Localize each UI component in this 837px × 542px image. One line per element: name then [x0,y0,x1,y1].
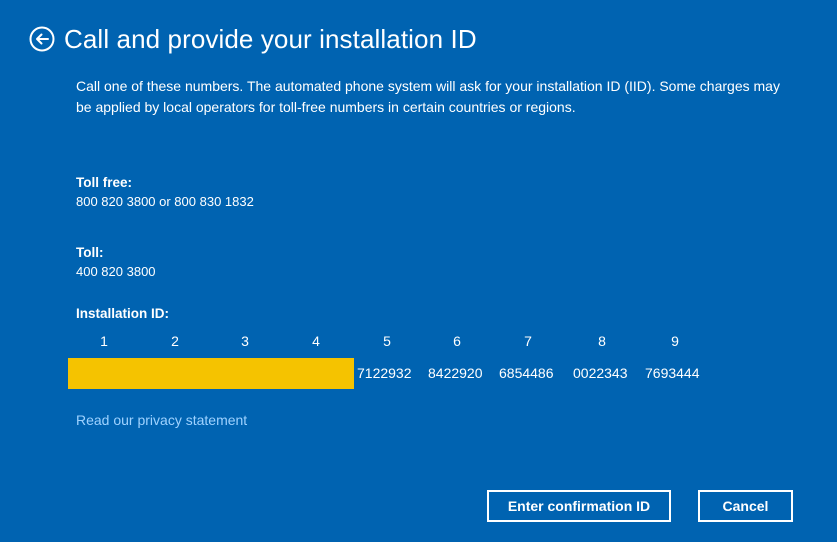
iid-block: 6854486 [499,365,554,381]
iid-column-number: 5 [383,333,391,349]
toll-free-section: Toll free: 800 820 3800 or 800 830 1832 [76,173,254,211]
activation-window: Call and provide your installation ID Ca… [0,0,837,542]
iid-column-number: 7 [524,333,532,349]
enter-confirmation-id-button[interactable]: Enter confirmation ID [487,490,671,522]
description-text: Call one of these numbers. The automated… [76,78,780,115]
iid-column-number: 8 [598,333,606,349]
iid-block: 0022343 [573,365,628,381]
page-title: Call and provide your installation ID [64,24,477,54]
toll-label: Toll: [76,245,104,260]
toll-section: Toll: 400 820 3800 [76,243,156,281]
back-arrow-circle-icon[interactable] [29,26,55,52]
iid-block: 7693444 [645,365,700,381]
toll-number: 400 820 3800 [76,264,156,279]
iid-column-number: 1 [100,333,108,349]
back-button[interactable] [29,26,55,52]
privacy-statement-link[interactable]: Read our privacy statement [76,412,247,428]
redacted-id-blocks [68,358,354,389]
iid-block: 7122932 [357,365,412,381]
iid-column-number: 9 [671,333,679,349]
cancel-button[interactable]: Cancel [698,490,793,522]
toll-free-label: Toll free: [76,175,133,190]
iid-column-number: 6 [453,333,461,349]
iid-block: 8422920 [428,365,483,381]
header: Call and provide your installation ID [29,22,477,56]
installation-id-label: Installation ID: [76,306,170,321]
iid-column-number: 3 [241,333,249,349]
iid-column-number: 4 [312,333,320,349]
toll-free-numbers: 800 820 3800 or 800 830 1832 [76,194,254,209]
iid-column-number: 2 [171,333,179,349]
